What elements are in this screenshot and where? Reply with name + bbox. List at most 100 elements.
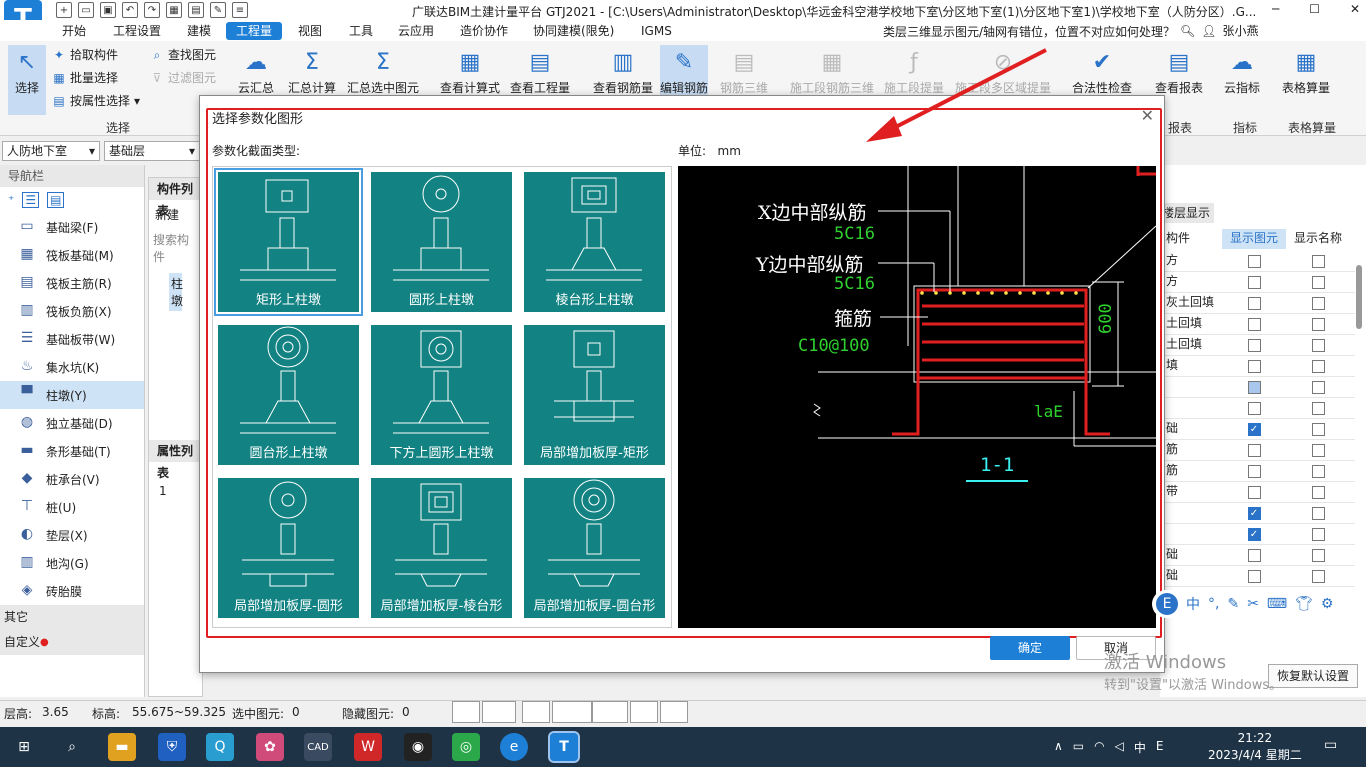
nav-item[interactable]: ▥ 筏板负筋(X) <box>0 297 144 325</box>
shape-tile[interactable]: 局部增加板厚-棱台形 <box>371 478 512 618</box>
close-button[interactable]: ✕ <box>1350 2 1360 16</box>
show-name-checkbox[interactable] <box>1311 443 1325 457</box>
nav-item[interactable]: ⊤ 桩(U) <box>0 493 144 521</box>
menu-start[interactable]: 开始 <box>62 22 86 40</box>
show-element-checkbox[interactable] <box>1247 296 1261 310</box>
show-element-checkbox[interactable] <box>1247 569 1261 583</box>
keyboard-icon[interactable]: ⌨ <box>1267 596 1287 612</box>
snap-endpoint-icon[interactable] <box>452 701 480 723</box>
gtj-app-icon[interactable]: T <box>548 731 580 763</box>
show-name-checkbox[interactable] <box>1311 338 1325 352</box>
nav-section-custom[interactable]: 自定义● <box>0 630 144 655</box>
summary-calc-button[interactable]: Σ 汇总计算 <box>288 45 336 96</box>
cross-select-icon[interactable] <box>522 701 550 723</box>
ime-logo-icon[interactable]: E <box>1156 593 1178 615</box>
wps-icon[interactable]: W <box>354 733 382 761</box>
skin-icon[interactable]: 👕︎ <box>1295 596 1313 612</box>
show-element-checkbox[interactable] <box>1247 317 1261 331</box>
pen-icon[interactable]: ✎ <box>1227 596 1239 612</box>
filter-element-button[interactable]: ⊽ 过滤图元 <box>150 69 216 86</box>
batch-select-button[interactable]: ▦ 批量选择 <box>52 69 118 86</box>
help-question-text[interactable]: 类层三维显示图元/轴网有错位，位置不对应如何处理？ <box>883 23 1175 40</box>
layer-icon[interactable] <box>630 701 658 723</box>
tray-ime-logo-icon[interactable]: E <box>1156 739 1164 756</box>
component-search-input[interactable]: 搜索构件 <box>149 229 202 267</box>
edge-browser-icon[interactable]: e <box>500 733 528 761</box>
angle-snap-icon[interactable] <box>552 701 592 723</box>
new-file-icon[interactable]: + <box>56 2 72 18</box>
redo-icon[interactable]: ↷ <box>144 2 160 18</box>
show-element-checkbox[interactable] <box>1247 380 1261 394</box>
show-element-checkbox[interactable] <box>1247 464 1261 478</box>
select-button[interactable]: ↖ 选择 <box>8 45 46 115</box>
tray-chevron-icon[interactable]: ∧ <box>1054 739 1063 756</box>
show-element-checkbox[interactable]: ✓ <box>1247 506 1261 520</box>
menu-collab-model[interactable]: 协同建模(限免) <box>533 22 614 40</box>
shape-tile[interactable]: 局部增加板厚-圆形 <box>218 478 359 618</box>
show-name-checkbox[interactable] <box>1311 464 1325 478</box>
nav-item[interactable]: ▤ 筏板主筋(R) <box>0 269 144 297</box>
tray-wifi-icon[interactable]: ◠ <box>1094 739 1104 756</box>
nav-item[interactable]: ▬ 条形基础(T) <box>0 437 144 465</box>
nav-item[interactable]: ▦ 筏板基础(M) <box>0 241 144 269</box>
show-element-checkbox[interactable] <box>1247 401 1261 415</box>
scissors-icon[interactable]: ✂ <box>1247 596 1259 612</box>
legality-check-button[interactable]: ✔ 合法性检查 <box>1072 45 1132 96</box>
detail-view-icon[interactable]: ▤ <box>47 192 65 208</box>
shape-tile[interactable]: 下方上圆形上柱墩 <box>371 325 512 465</box>
file-explorer-icon[interactable]: ▬ <box>108 733 136 761</box>
show-element-checkbox[interactable] <box>1247 254 1261 268</box>
menu-quantities[interactable]: 工程量 <box>226 22 283 40</box>
save-icon[interactable]: ▣ <box>100 2 116 18</box>
offset-icon[interactable] <box>592 701 628 723</box>
settings-gear-icon[interactable]: ⚙ <box>1321 596 1334 612</box>
view-formula-button[interactable]: ▦ 查看计算式 <box>440 45 500 96</box>
show-name-checkbox[interactable] <box>1311 569 1325 583</box>
cloud-index-button[interactable]: ☁ 云指标 <box>1224 45 1260 96</box>
avatar-icon[interactable]: 👤︎ <box>1201 24 1216 38</box>
arc-icon[interactable] <box>660 701 688 723</box>
nav-item[interactable]: ◈ 砖胎膜 <box>0 577 144 605</box>
edit-icon[interactable]: ✎ <box>210 2 226 18</box>
wechat-icon[interactable]: ◎ <box>452 733 480 761</box>
nav-item[interactable]: ◐ 垫层(X) <box>0 521 144 549</box>
show-element-checkbox[interactable]: ✓ <box>1247 422 1261 436</box>
floor-dropdown[interactable]: 人防地下室 ▾ <box>2 141 100 161</box>
show-name-checkbox[interactable] <box>1311 506 1325 520</box>
list-view-icon[interactable]: ☰ <box>22 192 40 208</box>
security-shield-icon[interactable]: ⛨ <box>158 733 186 761</box>
show-element-checkbox[interactable] <box>1247 338 1261 352</box>
show-element-checkbox[interactable]: ✓ <box>1247 527 1261 541</box>
layer-display-tab[interactable]: 楼层显示 <box>1160 203 1214 223</box>
maximize-button[interactable]: ☐ <box>1309 2 1320 16</box>
col-show-element[interactable]: 显示图元 <box>1222 229 1286 249</box>
nav-item[interactable]: ♨ 集水坑(K) <box>0 353 144 381</box>
show-name-checkbox[interactable] <box>1311 527 1325 541</box>
menu-tools[interactable]: 工具 <box>349 22 373 40</box>
shape-tile[interactable]: 局部增加板厚-矩形 <box>524 325 665 465</box>
view-rebar-quantity-button[interactable]: ▥ 查看钢筋量 <box>593 45 653 96</box>
show-name-checkbox[interactable] <box>1311 359 1325 373</box>
layer-dropdown[interactable]: 基础层 ▾ <box>104 141 200 161</box>
pin-icon[interactable]: ⁺ <box>8 193 14 207</box>
nav-item[interactable]: ▀ 柱墩(Y) <box>0 381 144 409</box>
nav-item[interactable]: ◆ 桩承台(V) <box>0 465 144 493</box>
grid-view-icon[interactable]: ▦ <box>166 2 182 18</box>
align-icon[interactable]: ≡ <box>232 2 248 18</box>
table-quantity-button[interactable]: ▦ 表格算量 <box>1282 45 1330 96</box>
shape-tile[interactable]: 棱台形上柱墩 <box>524 172 665 312</box>
rebar-3d-button[interactable]: ▤ 钢筋三维 <box>720 45 768 96</box>
shape-tile[interactable]: 矩形上柱墩 <box>214 168 363 316</box>
show-name-checkbox[interactable] <box>1311 275 1325 289</box>
view-report-button[interactable]: ▤ 查看报表 <box>1155 45 1203 96</box>
tray-battery-icon[interactable]: ▭ <box>1073 739 1084 756</box>
show-name-checkbox[interactable] <box>1311 254 1325 268</box>
show-element-checkbox[interactable] <box>1247 443 1261 457</box>
show-name-checkbox[interactable] <box>1311 296 1325 310</box>
layout-icon[interactable]: ▤ <box>188 2 204 18</box>
search-icon[interactable]: 🔍︎ <box>1180 24 1195 38</box>
tray-volume-icon[interactable]: ◁ <box>1115 739 1124 756</box>
col-show-name[interactable]: 显示名称 <box>1286 229 1350 249</box>
menu-project-settings[interactable]: 工程设置 <box>113 22 161 40</box>
select-box-icon[interactable] <box>482 701 516 723</box>
